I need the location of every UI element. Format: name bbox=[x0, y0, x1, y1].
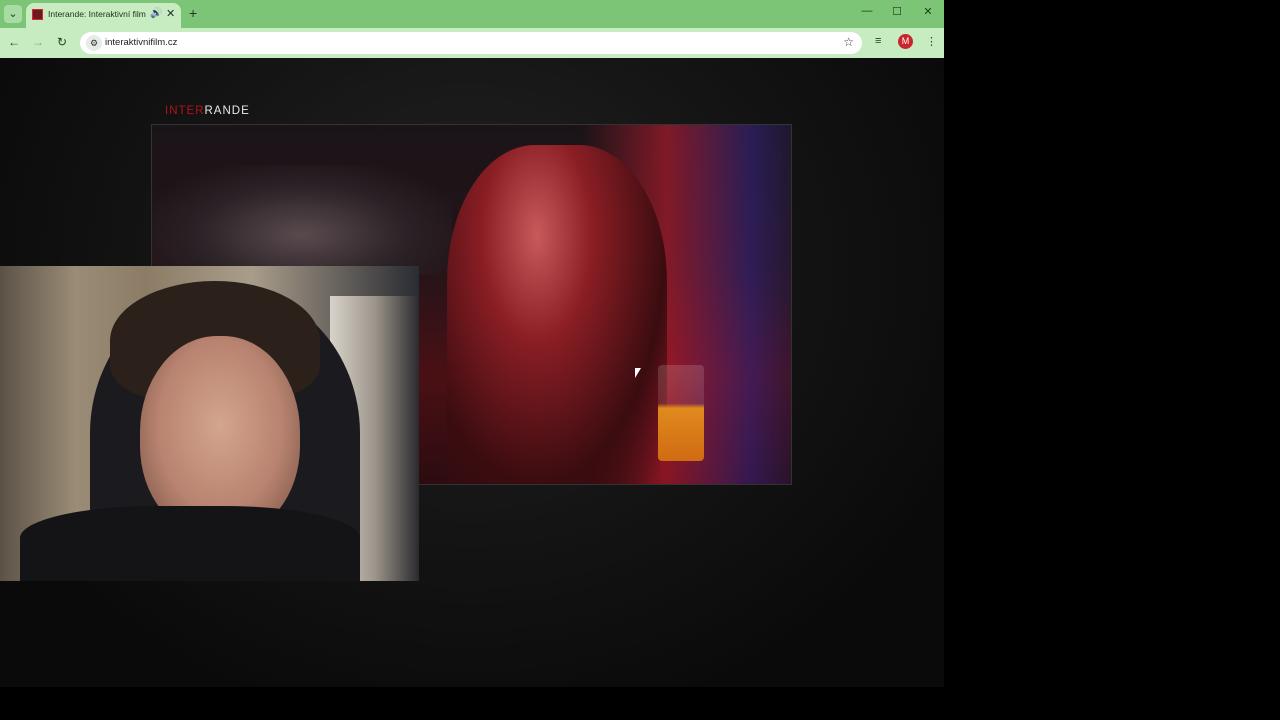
brand-logo-text: RANDE bbox=[204, 105, 250, 117]
chevron-down-icon[interactable]: ⌄ bbox=[4, 5, 22, 23]
plus-icon[interactable]: + bbox=[189, 5, 197, 21]
speaker-icon[interactable]: 🔊 bbox=[150, 8, 162, 19]
video-glass bbox=[658, 365, 704, 461]
video-crowd bbox=[152, 165, 452, 275]
kebab-menu-icon[interactable]: ⋮ bbox=[926, 35, 937, 48]
media-control-icon[interactable]: ≡ bbox=[875, 35, 881, 47]
brand-logo-accent: INTER bbox=[165, 105, 205, 117]
back-arrow-icon[interactable]: ← bbox=[6, 35, 22, 49]
star-icon[interactable]: ☆ bbox=[843, 35, 854, 49]
mouse-cursor bbox=[635, 368, 641, 378]
brand-logo[interactable]: INTERRANDE bbox=[165, 105, 250, 117]
interande-favicon bbox=[32, 9, 43, 20]
webcam-overlay bbox=[0, 266, 419, 581]
tab-interande[interactable]: Interande: Interaktivní film 🔊 ✕ bbox=[26, 3, 181, 28]
close-icon[interactable]: ✕ bbox=[166, 7, 175, 20]
forward-arrow-icon[interactable]: → bbox=[30, 35, 46, 49]
address-bar[interactable]: ⚙ interaktivnifilm.cz ☆ bbox=[80, 32, 862, 54]
browser-toolbar: ← → ↻ ⚙ interaktivnifilm.cz ☆ ≡ M ⋮ bbox=[0, 28, 944, 58]
maximize-icon[interactable]: ☐ bbox=[890, 5, 904, 18]
minimize-icon[interactable]: — bbox=[860, 5, 874, 17]
webcam-shirt bbox=[20, 506, 360, 581]
video-actress bbox=[447, 145, 667, 484]
close-icon[interactable]: ✕ bbox=[921, 5, 935, 18]
site-info-icon[interactable]: ⚙ bbox=[86, 35, 102, 51]
avatar[interactable]: M bbox=[898, 34, 913, 49]
tab-title: Interande: Interaktivní film bbox=[48, 9, 146, 19]
url-text[interactable]: interaktivnifilm.cz bbox=[105, 37, 177, 48]
reload-icon[interactable]: ↻ bbox=[54, 35, 70, 49]
tab-strip: ⌄ Interande: Interaktivní film 🔊 ✕ + — ☐… bbox=[0, 0, 944, 28]
